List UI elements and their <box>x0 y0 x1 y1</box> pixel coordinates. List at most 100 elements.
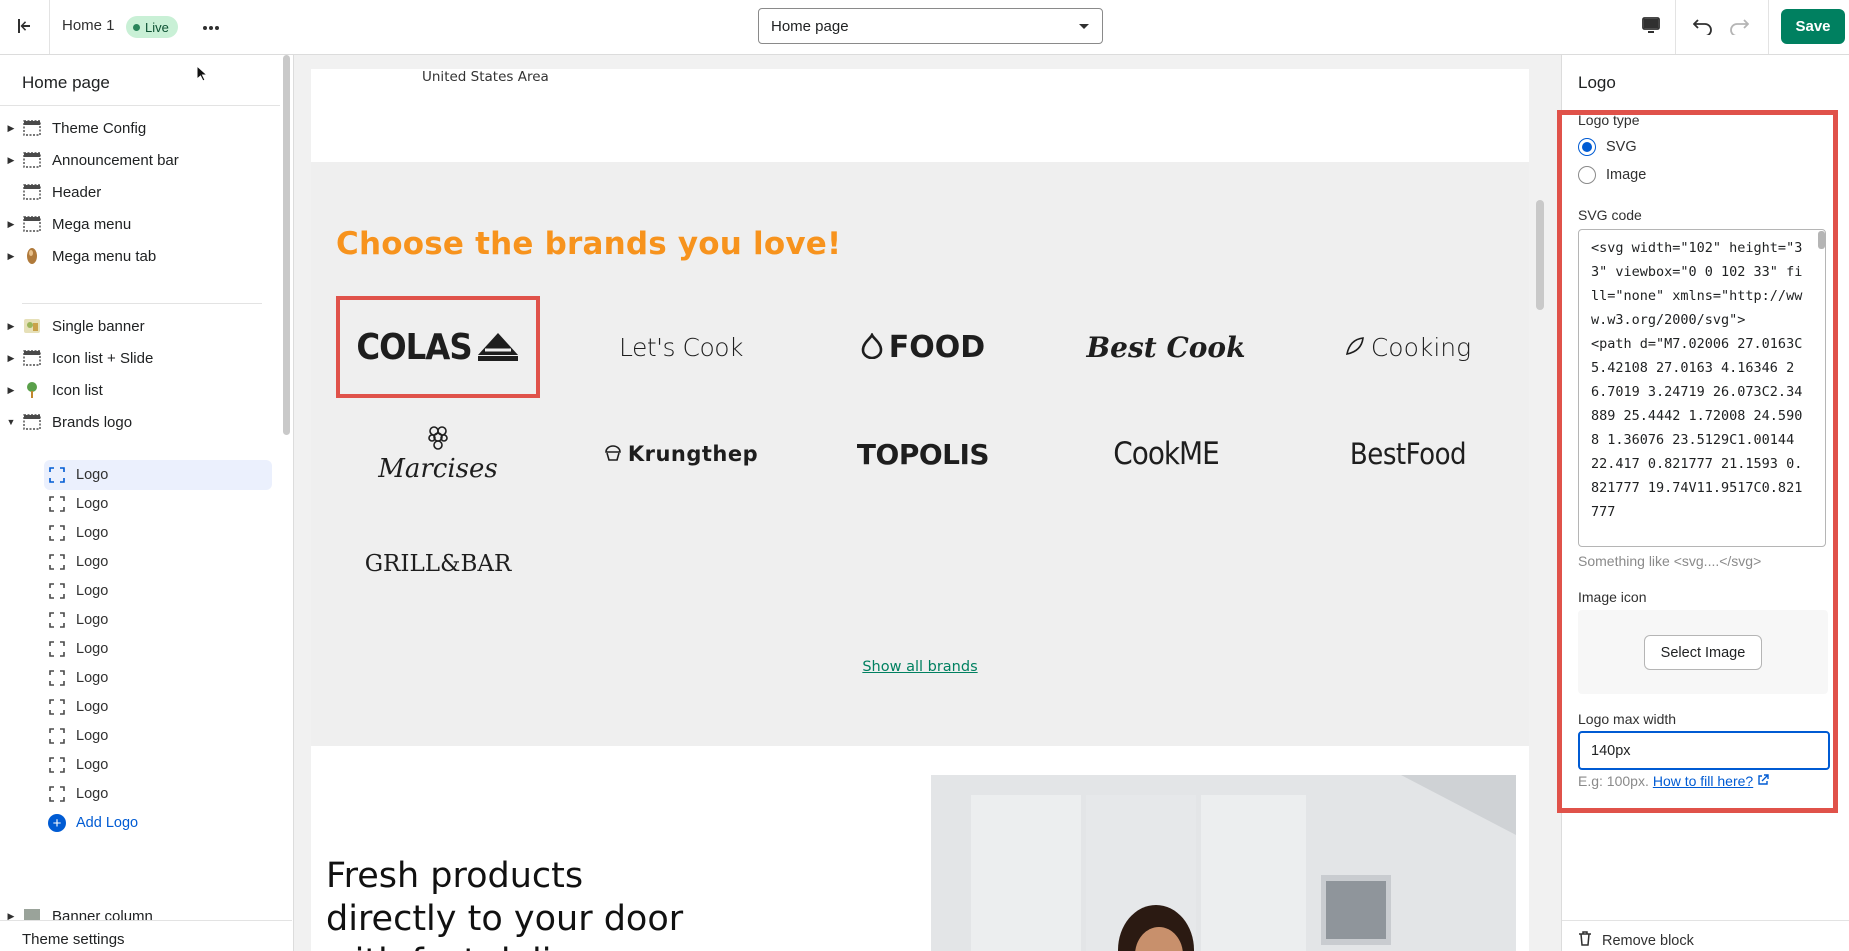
block-logo[interactable]: Logo <box>44 779 272 809</box>
section-theme-config[interactable]: ▶ Theme Config <box>0 112 278 144</box>
section-announcement-bar[interactable]: ▶ Announcement bar <box>0 144 278 176</box>
block-logo[interactable]: Logo <box>44 489 272 519</box>
muffin-icon <box>604 444 622 465</box>
block-icon <box>48 756 66 774</box>
caret-right-icon[interactable]: ▶ <box>0 112 22 144</box>
section-icon-list[interactable]: ▶ Icon list <box>0 374 278 406</box>
radio-svg[interactable]: SVG <box>1578 138 1637 156</box>
radio-image[interactable]: Image <box>1578 166 1646 184</box>
preview-scrollbar[interactable] <box>1533 55 1547 951</box>
mouse-cursor-icon <box>196 64 209 85</box>
how-to-fill-link[interactable]: How to fill here? <box>1653 773 1753 789</box>
caret-right-icon[interactable]: ▶ <box>0 342 22 374</box>
chevron-down-icon <box>1078 18 1090 35</box>
brand-logo-marcises[interactable]: Marcises <box>338 405 538 503</box>
kitchen-photo <box>931 775 1516 951</box>
exit-button[interactable] <box>0 0 50 54</box>
section-icon <box>22 183 42 201</box>
svg-code-textarea[interactable]: <svg width="102" height="33" viewbox="0 … <box>1578 229 1826 547</box>
toolbar-divider <box>1675 0 1676 54</box>
caret-right-icon[interactable]: ▶ <box>0 374 22 406</box>
section-single-banner[interactable]: ▶ Single banner <box>0 310 278 342</box>
block-label: Logo <box>76 554 109 570</box>
top-bar: Home 1 Live Home page Save <box>0 0 1849 55</box>
divider <box>22 303 262 304</box>
add-logo-button[interactable]: + Add Logo <box>48 808 248 838</box>
block-logo[interactable]: Logo <box>44 663 272 693</box>
brand-logo-colas[interactable]: COLAS <box>336 296 540 398</box>
page-select-value: Home page <box>771 17 849 35</box>
image-thumb-icon <box>22 247 42 265</box>
block-label: Logo <box>76 641 109 657</box>
block-icon <box>48 640 66 658</box>
block-logo[interactable]: Logo <box>44 460 272 490</box>
brand-logo-topolis[interactable]: TOPOLIS <box>823 405 1023 503</box>
section-label: Header <box>52 183 102 201</box>
section-mega-menu-tab[interactable]: ▶ Mega menu tab <box>0 240 278 272</box>
caret-right-icon[interactable]: ▶ <box>0 240 22 272</box>
brand-logo-grill-bar[interactable]: GRILL&BAR <box>338 515 538 613</box>
block-logo[interactable]: Logo <box>44 750 272 780</box>
section-brands-logo[interactable]: ▼ Brands logo <box>0 406 278 438</box>
select-image-button[interactable]: Select Image <box>1644 635 1762 670</box>
theme-settings-tab[interactable]: Theme settings <box>0 920 292 951</box>
device-preview-button[interactable] <box>1636 12 1666 42</box>
section-label: Announcement bar <box>52 151 179 169</box>
brands-heading: Choose the brands you love! <box>336 226 842 262</box>
sidebar-scrollbar[interactable] <box>281 55 292 435</box>
block-logo[interactable]: Logo <box>44 576 272 606</box>
brand-logo-cookme[interactable]: CookME <box>1066 405 1266 503</box>
max-width-input[interactable]: 140px <box>1578 731 1830 770</box>
pin-icon <box>22 381 42 399</box>
sections-sidebar: Home page ▶ Theme Config ▶ Announcement … <box>0 55 294 951</box>
more-actions-button[interactable] <box>198 12 224 40</box>
block-icon <box>48 495 66 513</box>
undo-button[interactable] <box>1688 12 1718 42</box>
section-header[interactable]: Header <box>0 176 278 208</box>
brands-section[interactable]: Choose the brands you love! COLAS Let's … <box>311 162 1529 746</box>
section-label: Single banner <box>52 317 145 335</box>
image-picker: Select Image <box>1578 610 1828 694</box>
plus-circle-icon: + <box>48 814 66 832</box>
block-icon <box>48 727 66 745</box>
block-label: Logo <box>76 525 109 541</box>
leaf-icon <box>1345 336 1365 359</box>
section-label: Mega menu tab <box>52 247 157 265</box>
brand-logo-cooking[interactable]: Cooking <box>1308 298 1508 396</box>
section-icon-list-slide[interactable]: ▶ Icon list + Slide <box>0 342 278 374</box>
block-logo[interactable]: Logo <box>44 634 272 664</box>
caret-right-icon[interactable]: ▶ <box>0 310 22 342</box>
remove-block-button[interactable]: Remove block <box>1578 931 1694 950</box>
section-mega-menu[interactable]: ▶ Mega menu <box>0 208 278 240</box>
caret-right-icon[interactable]: ▶ <box>0 144 22 176</box>
brand-logo-bestfood[interactable]: BestFood <box>1308 405 1508 503</box>
section-icon <box>22 413 42 431</box>
block-logo[interactable]: Logo <box>44 721 272 751</box>
caret-right-icon[interactable]: ▶ <box>0 208 22 240</box>
show-all-brands-link[interactable]: Show all brands <box>311 659 1529 675</box>
live-badge: Live <box>126 16 178 38</box>
brand-logo-best-cook[interactable]: Best Cook <box>1066 298 1266 396</box>
brand-logo-lets-cook[interactable]: Let's Cook <box>581 298 781 396</box>
brand-logo-food[interactable]: FOOD <box>823 298 1023 396</box>
panel-footer: Remove block <box>1562 920 1849 951</box>
save-button[interactable]: Save <box>1781 9 1845 44</box>
block-logo[interactable]: Logo <box>44 518 272 548</box>
block-label: Logo <box>76 496 109 512</box>
max-width-label: Logo max width <box>1578 711 1677 727</box>
caret-down-icon[interactable]: ▼ <box>0 406 22 438</box>
fresh-products-heading: Fresh products directly to your door wit… <box>326 856 684 951</box>
block-logo[interactable]: Logo <box>44 547 272 577</box>
block-label: Logo <box>76 467 109 483</box>
block-logo[interactable]: Logo <box>44 605 272 635</box>
block-label: Logo <box>76 786 109 802</box>
block-logo[interactable]: Logo <box>44 692 272 722</box>
preview-page: United States Area Choose the brands you… <box>311 69 1529 951</box>
image-thumb-icon <box>22 317 42 335</box>
page-select[interactable]: Home page <box>758 8 1103 44</box>
brand-logo-krungthep[interactable]: Krungthep <box>581 405 781 503</box>
redo-button[interactable] <box>1724 12 1754 42</box>
textarea-scrollbar[interactable] <box>1818 231 1825 249</box>
toolbar-divider <box>1768 0 1769 54</box>
section-label: Theme Config <box>52 119 147 137</box>
